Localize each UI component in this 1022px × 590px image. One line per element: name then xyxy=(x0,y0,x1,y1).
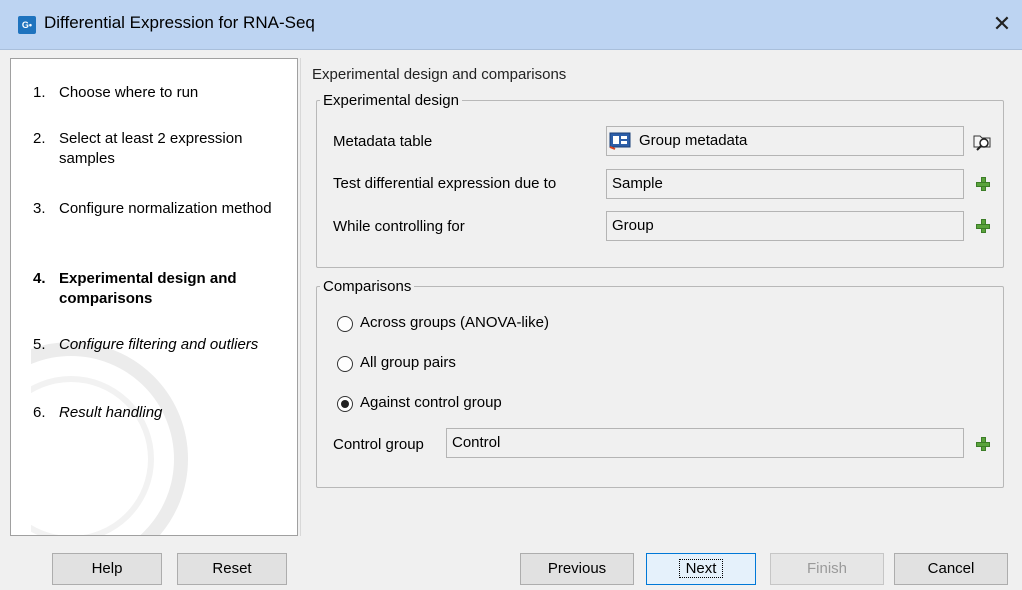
radio-label: Against control group xyxy=(360,394,502,411)
metadata-table-field[interactable]: Group metadata xyxy=(606,126,964,156)
step-number: 6. xyxy=(33,404,46,421)
next-button-label: Next xyxy=(678,559,724,578)
test-due-to-label: Test differential expression due to xyxy=(333,175,557,192)
previous-button[interactable]: Previous xyxy=(520,553,634,585)
step-label: Choose where to run xyxy=(59,84,199,101)
step-number: 3. xyxy=(33,200,46,217)
title-bar: G• Differential Expression for RNA-Seq ✕ xyxy=(0,0,1022,50)
controlling-for-field[interactable]: Group xyxy=(606,211,964,241)
step-label: Select at least 2 expression samples xyxy=(59,130,243,167)
test-due-to-field[interactable]: Sample xyxy=(606,169,964,199)
browse-folder-search-icon[interactable] xyxy=(972,130,994,152)
step-label: Experimental design and comparisons xyxy=(59,270,237,307)
add-icon[interactable] xyxy=(976,177,990,191)
step-label: Result handling xyxy=(59,404,163,421)
metadata-table-value: Group metadata xyxy=(639,132,748,149)
comparisons-legend: Comparisons xyxy=(323,278,412,295)
step-number: 4. xyxy=(33,270,46,287)
step-number: 1. xyxy=(33,84,46,101)
app-logo-icon: G• xyxy=(18,16,36,34)
control-group-field[interactable]: Control xyxy=(446,428,964,458)
step-label: Configure normalization method xyxy=(59,200,272,217)
cancel-button[interactable]: Cancel xyxy=(894,553,1008,585)
help-button[interactable]: Help xyxy=(52,553,162,585)
step-number: 2. xyxy=(33,130,46,147)
radio-against-control-group[interactable] xyxy=(337,396,353,412)
add-icon[interactable] xyxy=(976,437,990,451)
step-label: Configure filtering and outliers xyxy=(59,336,259,353)
panel-divider xyxy=(300,58,301,536)
reset-button[interactable]: Reset xyxy=(177,553,287,585)
table-icon xyxy=(609,132,631,150)
step-number: 5. xyxy=(33,336,46,353)
controlling-for-label: While controlling for xyxy=(333,218,465,235)
control-group-label: Control group xyxy=(333,436,424,453)
radio-label: Across groups (ANOVA-like) xyxy=(360,314,549,331)
page-title: Experimental design and comparisons xyxy=(312,66,567,83)
radio-label: All group pairs xyxy=(360,354,456,371)
finish-button: Finish xyxy=(770,553,884,585)
window-title: Differential Expression for RNA-Seq xyxy=(44,13,315,32)
add-icon[interactable] xyxy=(976,219,990,233)
next-button[interactable]: Next xyxy=(646,553,756,585)
close-icon[interactable]: ✕ xyxy=(988,10,1016,38)
metadata-table-label: Metadata table xyxy=(333,133,433,150)
wizard-steps-panel: 1. Choose where to run 2. Select at leas… xyxy=(10,58,298,536)
radio-all-group-pairs[interactable] xyxy=(337,356,353,372)
radio-across-groups[interactable] xyxy=(337,316,353,332)
experimental-design-legend: Experimental design xyxy=(323,92,459,109)
